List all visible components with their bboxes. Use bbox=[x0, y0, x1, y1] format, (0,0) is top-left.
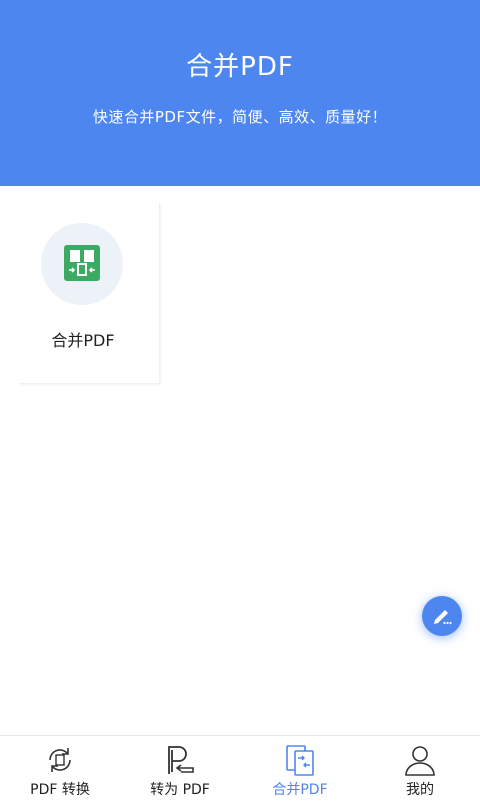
tab-label: 我的 bbox=[406, 782, 434, 798]
edit-icon bbox=[434, 610, 452, 625]
merge-icon bbox=[286, 745, 314, 776]
page-subtitle: 快速合并PDF文件，简便、高效、质量好！ bbox=[92, 108, 388, 126]
page-title: 合并PDF bbox=[186, 52, 294, 82]
to-pdf-icon bbox=[168, 746, 194, 774]
tab-merge-pdf[interactable]: 合并PDF bbox=[240, 736, 360, 801]
merge-pdf-tool-card[interactable]: 合并PDF bbox=[19, 203, 160, 384]
tab-label: 转为 PDF bbox=[150, 782, 210, 798]
tool-icon-circle bbox=[41, 223, 123, 305]
tab-label: PDF 转换 bbox=[30, 782, 90, 798]
tab-mine[interactable]: 我的 bbox=[360, 736, 480, 801]
edit-fab-button[interactable] bbox=[422, 596, 462, 636]
merge-pdf-icon bbox=[64, 245, 100, 281]
bottom-tab-bar: PDF 转换 转为 PDF 合并PDF 我的 bbox=[0, 735, 480, 801]
tool-label: 合并PDF bbox=[51, 331, 115, 350]
tab-pdf-convert[interactable]: PDF 转换 bbox=[0, 736, 120, 801]
tab-to-pdf[interactable]: 转为 PDF bbox=[120, 736, 240, 801]
convert-icon bbox=[49, 748, 71, 772]
tab-label: 合并PDF bbox=[272, 782, 328, 798]
user-icon bbox=[405, 746, 435, 776]
header-banner: 合并PDF 快速合并PDF文件，简便、高效、质量好！ bbox=[0, 0, 480, 186]
